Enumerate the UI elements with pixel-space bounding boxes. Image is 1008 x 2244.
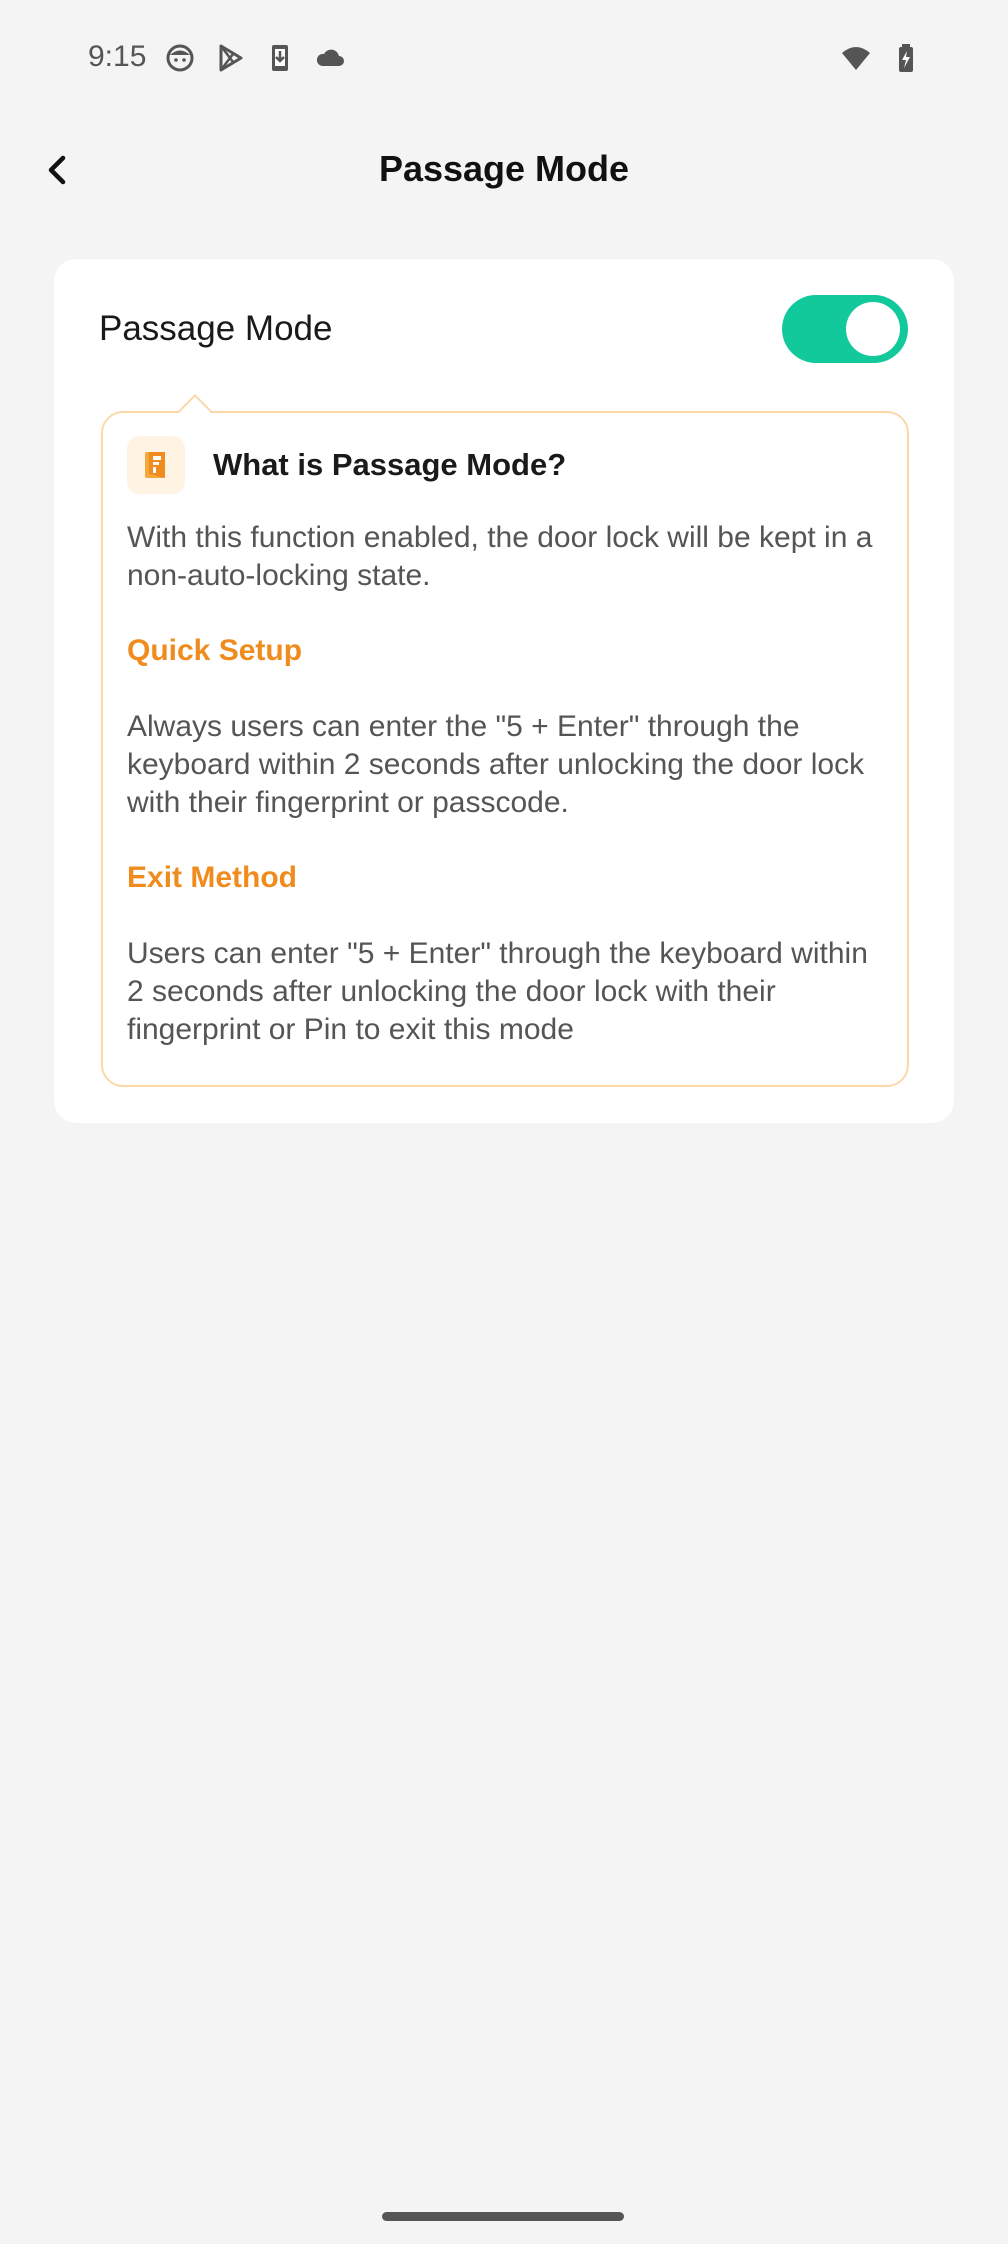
wifi-icon bbox=[840, 42, 872, 74]
cloud-icon bbox=[314, 42, 346, 74]
face-icon bbox=[164, 42, 196, 74]
quick-setup-title: Quick Setup bbox=[127, 634, 303, 667]
info-content: With this function enabled, the door loc… bbox=[127, 519, 887, 1086]
passage-mode-setting-row: Passage Mode bbox=[54, 259, 954, 401]
toggle-knob bbox=[846, 302, 900, 356]
home-indicator[interactable] bbox=[382, 2212, 624, 2221]
exit-method-text: Users can enter "5 + Enter" through the … bbox=[127, 937, 868, 1046]
passage-mode-info-box: What is Passage Mode? With this function… bbox=[101, 394, 909, 1087]
info-header: What is Passage Mode? bbox=[127, 435, 566, 495]
page-title: Passage Mode bbox=[378, 148, 630, 189]
notification-icons bbox=[164, 42, 346, 74]
status-bar: 9:15 bbox=[0, 0, 1008, 120]
exit-method-title: Exit Method bbox=[127, 861, 297, 894]
passage-mode-card: Passage Mode What is Passage Mode? With … bbox=[54, 259, 954, 1123]
battery-charging-icon bbox=[890, 42, 922, 74]
passage-mode-label: Passage Mode bbox=[99, 309, 333, 348]
play-store-icon bbox=[214, 42, 246, 74]
quick-setup-text: Always users can enter the "5 + Enter" t… bbox=[127, 710, 865, 819]
system-icons bbox=[840, 42, 922, 74]
passage-mode-toggle[interactable] bbox=[782, 295, 908, 363]
door-icon bbox=[127, 436, 185, 494]
info-title: What is Passage Mode? bbox=[213, 447, 567, 482]
download-icon bbox=[264, 42, 296, 74]
status-time: 9:15 bbox=[88, 40, 147, 73]
app-bar: Passage Mode bbox=[0, 120, 1008, 220]
info-description: With this function enabled, the door loc… bbox=[127, 521, 873, 592]
